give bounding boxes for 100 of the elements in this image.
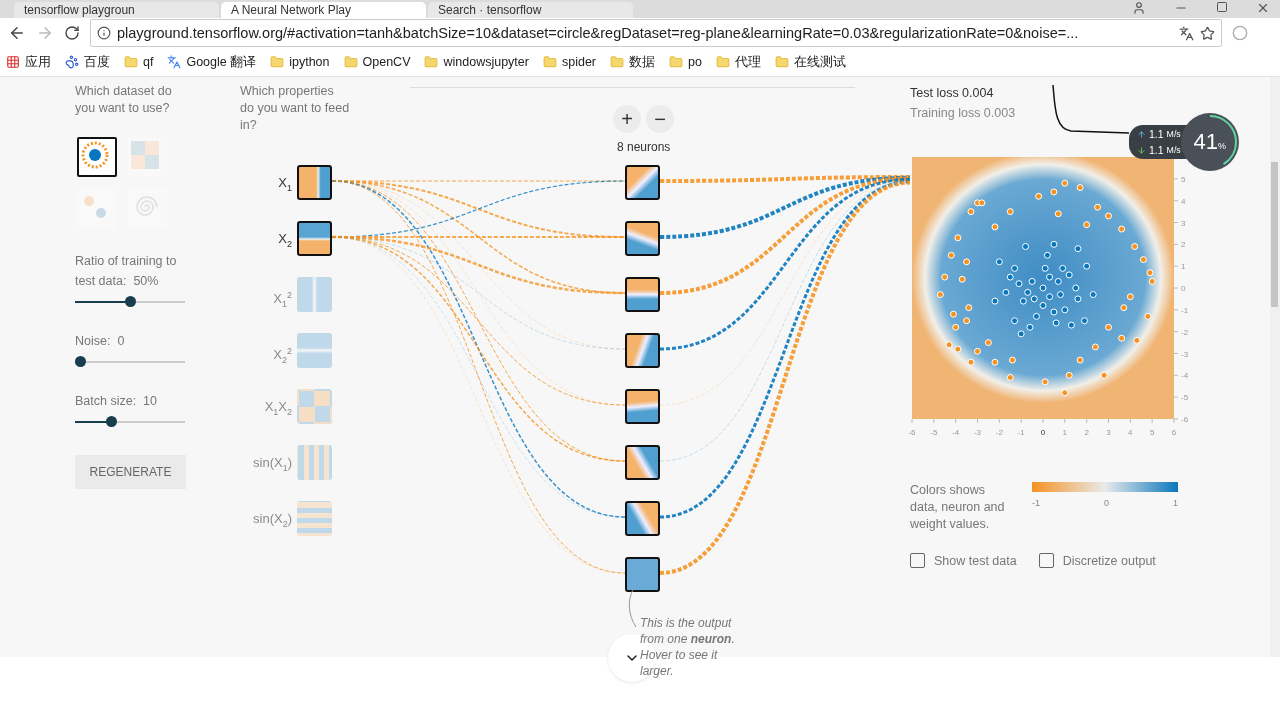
bookmark-link[interactable]: windowsjupyter [424,55,529,69]
dataset-heading: Which dataset do you want to use? [75,83,173,117]
usage-percent: 41% [1193,129,1226,155]
neuron-node[interactable] [625,501,660,536]
neuron-node[interactable] [625,557,660,592]
training-loss: Training loss 0.003 [910,105,1017,122]
y-tick-label: 3 [1181,218,1186,228]
y-tick-label: -6 [1181,415,1189,424]
upload-speed: 1.1 M/s [1137,128,1181,140]
y-tick-label: -3 [1181,349,1189,359]
folder-icon [715,55,730,69]
feature-node[interactable] [297,221,332,256]
apps-icon [6,55,20,69]
folder-icon [124,55,138,69]
regenerate-button[interactable]: REGENERATE [75,455,186,489]
bookmark-link[interactable]: 数据 [610,53,655,71]
feature-label: X$_{1}$X$_{2}$ [263,398,292,419]
bookmark-link[interactable]: OpenCV [343,55,411,69]
slider-thumb[interactable] [75,356,86,367]
paw-icon [65,55,79,69]
neuron-node[interactable] [625,445,660,480]
feature-node[interactable] [297,501,332,536]
folder-icon [610,55,624,69]
slider-label: Batch size: 10 [75,393,158,410]
slider-label: Noise: 0 [75,333,126,350]
folder-icon [270,55,285,69]
feature-node[interactable] [297,165,332,200]
reload-icon[interactable] [64,25,80,41]
bookmark-link[interactable]: 在线测试 [774,53,846,71]
folder-icon [542,55,557,69]
bookmark-link[interactable]: spider [542,55,596,69]
neuron-node[interactable] [625,221,660,256]
folder-icon [343,55,358,69]
features-heading: Which properties do you want to feed in? [240,83,350,134]
add-neuron-button[interactable]: + [613,105,641,133]
y-tick-label: 1 [1181,262,1186,272]
slider-thumb[interactable] [105,416,117,427]
x-tick-label: 2 [1084,428,1089,437]
y-tick-label: 0 [1181,284,1186,293]
y-tick-label: 4 [1181,196,1186,206]
bookmark-link[interactable]: qf [124,55,154,69]
browser-tab[interactable]: Search · tensorflow [428,2,633,18]
x-tick-label: 1 [1062,428,1068,437]
x-tick-label: -1 [1017,428,1025,437]
neuron-node[interactable] [625,165,660,200]
slider-track[interactable] [75,295,185,309]
y-tick-label: 5 [1181,174,1186,184]
browser-tab[interactable]: A Neural Network Play [221,2,426,18]
checkbox-box[interactable] [910,553,925,568]
feature-label: X$_{1}$ [277,174,292,195]
legend-text: Colors shows data, neuron and weight values. [910,482,1006,533]
browser-tab[interactable]: tensorflow playgroun [14,2,219,18]
scale-tick: -1 [1032,498,1040,508]
bookmark-link[interactable]: Google 翻译 [167,53,257,71]
bookmark-star-icon[interactable] [1200,25,1215,41]
slider-track[interactable] [75,355,185,369]
bookmark-link[interactable]: 百度 [65,53,110,71]
neuron-node[interactable] [625,389,660,424]
neuron-node[interactable] [625,333,660,368]
test-loss: Test loss 0.004 [910,85,995,102]
checkbox-box[interactable] [1038,553,1054,568]
scale-tick: 1 [1172,498,1178,508]
remove-neuron-button[interactable]: − [646,105,674,133]
folder-icon [669,55,683,69]
scrollbar-thumb[interactable] [1271,162,1278,307]
maximize-icon[interactable] [1216,1,1228,13]
feature-node[interactable] [297,277,332,312]
neuron-node[interactable] [625,277,660,312]
x-tick-label: -2 [995,428,1003,437]
option-checkbox[interactable]: Discretize output [1038,553,1156,568]
bookmark-link[interactable]: po [669,55,702,69]
y-tick-label: -4 [1181,371,1189,381]
bookmark-link[interactable]: 代理 [715,53,761,71]
download-speed: 1.1 M/s [1137,144,1181,156]
folder-icon [424,55,439,69]
x-tick-label: -6 [908,428,916,437]
x-tick-label: 5 [1149,428,1155,437]
slider-label: Ratio of training to test data: 50% [75,253,178,290]
address-bar[interactable]: playground.tensorflow.org/#activation=tanh&batchSize=10&dataset=circle&regDataset=reg-plane&learningRate=0.03&regularizationRate=0&noise=... [90,19,1222,47]
bookmark-link[interactable]: 应用 [6,53,51,71]
x-tick-label: 6 [1171,428,1177,437]
close-icon[interactable] [1256,1,1270,15]
slider-thumb[interactable] [124,296,136,307]
feature-label: sin(X$_{2}$) [252,510,292,531]
dataset-thumbnail[interactable] [77,137,117,177]
scale-tick: 0 [1104,498,1109,508]
feature-node[interactable] [297,333,332,368]
bookmark-link[interactable]: ipython [270,55,330,69]
x-tick-label: 4 [1128,428,1133,437]
option-checkbox[interactable]: Show test data [910,553,1017,568]
y-tick-label: -2 [1181,327,1189,337]
back-icon[interactable] [8,24,26,42]
translate-icon[interactable] [1179,25,1194,41]
feature-node[interactable] [297,445,332,480]
feature-node[interactable] [297,389,332,424]
feature-label: X$_{2}$ [277,230,292,251]
x-tick-label: 3 [1106,428,1111,437]
neuron-count: 8 neurons [617,140,671,154]
profile-icon[interactable] [1132,1,1146,15]
slider-track[interactable] [75,415,185,429]
